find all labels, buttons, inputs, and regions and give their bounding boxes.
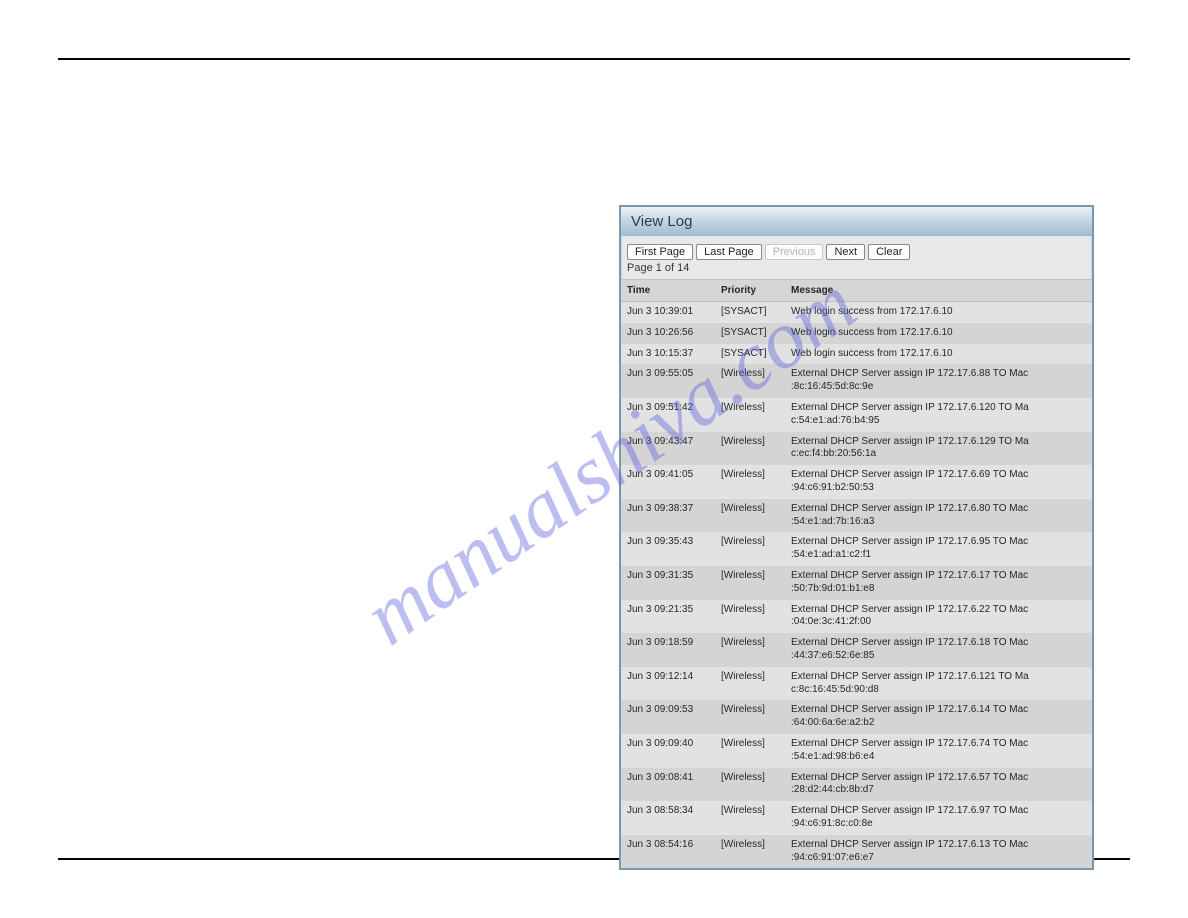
- cell-time: Jun 3 08:58:34: [621, 801, 715, 835]
- panel-titlebar: View Log: [621, 207, 1092, 236]
- table-row: Jun 3 10:15:37[SYSACT]Web login success …: [621, 344, 1092, 365]
- cell-message: External DHCP Server assign IP 172.17.6.…: [785, 768, 1092, 802]
- table-row: Jun 3 09:35:43[Wireless]External DHCP Se…: [621, 532, 1092, 566]
- table-row: Jun 3 09:51:42[Wireless]External DHCP Se…: [621, 398, 1092, 432]
- table-row: Jun 3 09:08:41[Wireless]External DHCP Se…: [621, 768, 1092, 802]
- cell-message: Web login success from 172.17.6.10: [785, 302, 1092, 323]
- first-page-button[interactable]: First Page: [627, 244, 693, 260]
- cell-message: External DHCP Server assign IP 172.17.6.…: [785, 801, 1092, 835]
- cell-time: Jun 3 09:09:53: [621, 700, 715, 734]
- cell-priority: [Wireless]: [715, 835, 785, 869]
- table-row: Jun 3 09:55:05[Wireless]External DHCP Se…: [621, 364, 1092, 398]
- cell-priority: [Wireless]: [715, 633, 785, 667]
- last-page-button[interactable]: Last Page: [696, 244, 762, 260]
- table-row: Jun 3 10:39:01[SYSACT]Web login success …: [621, 302, 1092, 323]
- cell-priority: [Wireless]: [715, 566, 785, 600]
- cell-priority: [Wireless]: [715, 432, 785, 466]
- table-row: Jun 3 09:21:35[Wireless]External DHCP Se…: [621, 600, 1092, 634]
- table-row: Jun 3 09:09:53[Wireless]External DHCP Se…: [621, 700, 1092, 734]
- cell-message: External DHCP Server assign IP 172.17.6.…: [785, 734, 1092, 768]
- cell-message: External DHCP Server assign IP 172.17.6.…: [785, 465, 1092, 499]
- cell-time: Jun 3 10:15:37: [621, 344, 715, 365]
- cell-message: External DHCP Server assign IP 172.17.6.…: [785, 566, 1092, 600]
- cell-priority: [Wireless]: [715, 734, 785, 768]
- cell-priority: [Wireless]: [715, 364, 785, 398]
- table-row: Jun 3 09:43:47[Wireless]External DHCP Se…: [621, 432, 1092, 466]
- cell-message: External DHCP Server assign IP 172.17.6.…: [785, 432, 1092, 466]
- cell-priority: [Wireless]: [715, 700, 785, 734]
- cell-message: External DHCP Server assign IP 172.17.6.…: [785, 499, 1092, 533]
- cell-time: Jun 3 09:43:47: [621, 432, 715, 466]
- cell-time: Jun 3 09:55:05: [621, 364, 715, 398]
- cell-priority: [Wireless]: [715, 801, 785, 835]
- cell-time: Jun 3 09:51:42: [621, 398, 715, 432]
- col-header-priority: Priority: [715, 280, 785, 302]
- log-table: Time Priority Message Jun 3 10:39:01[SYS…: [621, 279, 1092, 868]
- cell-time: Jun 3 09:12:14: [621, 667, 715, 701]
- cell-time: Jun 3 09:38:37: [621, 499, 715, 533]
- cell-message: External DHCP Server assign IP 172.17.6.…: [785, 364, 1092, 398]
- col-header-message: Message: [785, 280, 1092, 302]
- table-row: Jun 3 09:12:14[Wireless]External DHCP Se…: [621, 667, 1092, 701]
- cell-time: Jun 3 09:35:43: [621, 532, 715, 566]
- table-row: Jun 3 09:09:40[Wireless]External DHCP Se…: [621, 734, 1092, 768]
- divider-top: [58, 58, 1130, 60]
- cell-priority: [Wireless]: [715, 600, 785, 634]
- cell-message: Web login success from 172.17.6.10: [785, 323, 1092, 344]
- col-header-time: Time: [621, 280, 715, 302]
- page-info: Page 1 of 14: [621, 260, 1092, 279]
- next-button[interactable]: Next: [826, 244, 865, 260]
- cell-priority: [Wireless]: [715, 465, 785, 499]
- table-row: Jun 3 09:31:35[Wireless]External DHCP Se…: [621, 566, 1092, 600]
- clear-button[interactable]: Clear: [868, 244, 910, 260]
- cell-priority: [Wireless]: [715, 667, 785, 701]
- pagination-toolbar: First Page Last Page Previous Next Clear: [621, 236, 1092, 260]
- table-row: Jun 3 08:58:34[Wireless]External DHCP Se…: [621, 801, 1092, 835]
- cell-message: External DHCP Server assign IP 172.17.6.…: [785, 398, 1092, 432]
- cell-priority: [Wireless]: [715, 532, 785, 566]
- cell-time: Jun 3 09:41:05: [621, 465, 715, 499]
- cell-time: Jun 3 10:26:56: [621, 323, 715, 344]
- cell-time: Jun 3 09:31:35: [621, 566, 715, 600]
- cell-priority: [SYSACT]: [715, 344, 785, 365]
- cell-time: Jun 3 09:18:59: [621, 633, 715, 667]
- table-row: Jun 3 10:26:56[SYSACT]Web login success …: [621, 323, 1092, 344]
- cell-priority: [Wireless]: [715, 398, 785, 432]
- cell-message: External DHCP Server assign IP 172.17.6.…: [785, 667, 1092, 701]
- cell-message: Web login success from 172.17.6.10: [785, 344, 1092, 365]
- cell-priority: [SYSACT]: [715, 323, 785, 344]
- cell-time: Jun 3 09:21:35: [621, 600, 715, 634]
- cell-time: Jun 3 10:39:01: [621, 302, 715, 323]
- cell-message: External DHCP Server assign IP 172.17.6.…: [785, 700, 1092, 734]
- previous-button: Previous: [765, 244, 824, 260]
- cell-message: External DHCP Server assign IP 172.17.6.…: [785, 835, 1092, 869]
- table-row: Jun 3 08:54:16[Wireless]External DHCP Se…: [621, 835, 1092, 869]
- cell-time: Jun 3 08:54:16: [621, 835, 715, 869]
- table-row: Jun 3 09:38:37[Wireless]External DHCP Se…: [621, 499, 1092, 533]
- cell-time: Jun 3 09:08:41: [621, 768, 715, 802]
- cell-priority: [Wireless]: [715, 768, 785, 802]
- table-row: Jun 3 09:41:05[Wireless]External DHCP Se…: [621, 465, 1092, 499]
- cell-priority: [Wireless]: [715, 499, 785, 533]
- cell-priority: [SYSACT]: [715, 302, 785, 323]
- view-log-panel: View Log First Page Last Page Previous N…: [619, 205, 1094, 870]
- cell-message: External DHCP Server assign IP 172.17.6.…: [785, 600, 1092, 634]
- cell-time: Jun 3 09:09:40: [621, 734, 715, 768]
- cell-message: External DHCP Server assign IP 172.17.6.…: [785, 633, 1092, 667]
- cell-message: External DHCP Server assign IP 172.17.6.…: [785, 532, 1092, 566]
- table-row: Jun 3 09:18:59[Wireless]External DHCP Se…: [621, 633, 1092, 667]
- table-header-row: Time Priority Message: [621, 280, 1092, 302]
- panel-title: View Log: [631, 213, 692, 230]
